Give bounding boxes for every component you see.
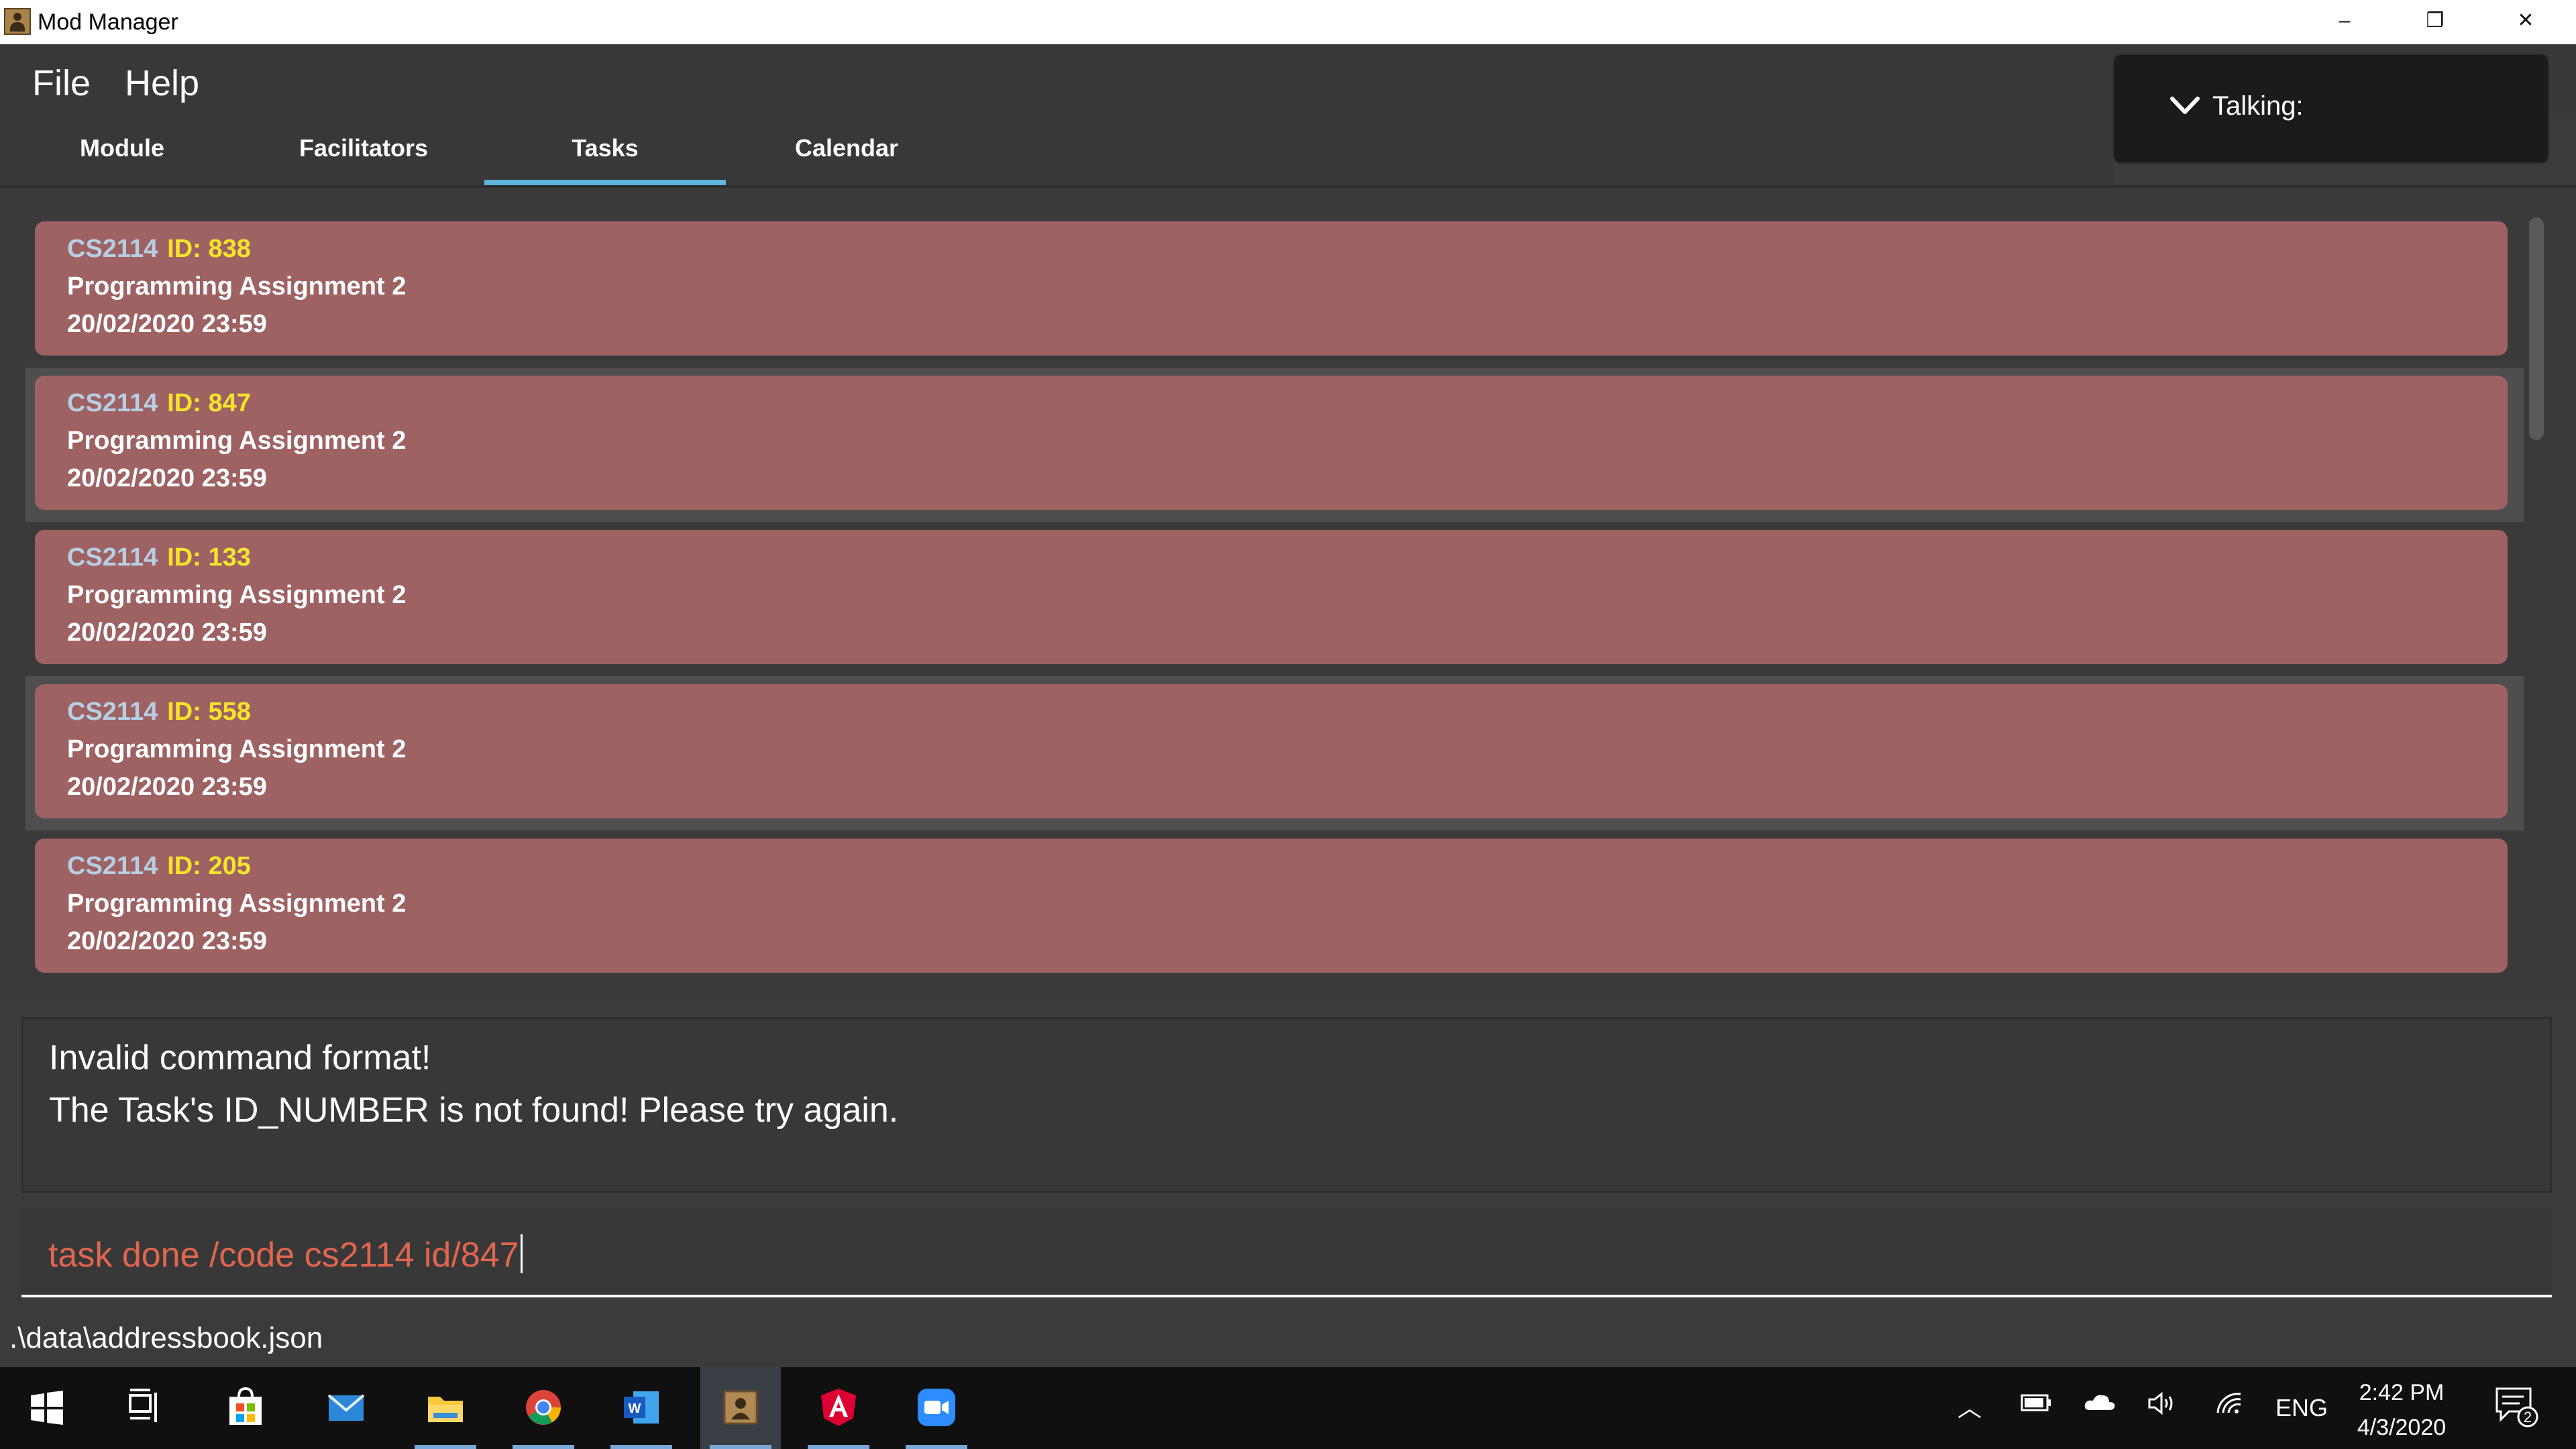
task-row[interactable]: CS2114 ID: 847 Programming Assignment 2 2… — [25, 368, 2524, 522]
tab-facilitators[interactable]: Facilitators — [243, 118, 484, 185]
tab-tasks[interactable]: Tasks — [484, 118, 726, 185]
task-card[interactable]: CS2114 ID: 205 Programming Assignment 2 2… — [35, 839, 2508, 973]
tab-calendar[interactable]: Calendar — [726, 118, 967, 185]
tab-bar: Module Facilitators Tasks Calendar — [0, 118, 2113, 185]
task-datetime: 20/02/2020 23:59 — [67, 773, 267, 801]
taskbar: W ︿ ENG 2:42 PM 4/3/2020 2 — [0, 1367, 2576, 1449]
talking-popup[interactable]: Talking: — [2113, 54, 2549, 164]
scrollbar-thumb[interactable] — [2529, 217, 2544, 440]
wifi-icon[interactable] — [2214, 1390, 2247, 1427]
task-name: Programming Assignment 2 — [67, 581, 407, 609]
status-bar: .\data\addressbook.json — [0, 1308, 2576, 1367]
task-name: Programming Assignment 2 — [67, 272, 407, 301]
word-icon[interactable]: W — [601, 1367, 682, 1449]
task-module-code: CS2114 — [67, 698, 158, 726]
system-clock[interactable]: 2:42 PM 4/3/2020 — [2348, 1375, 2455, 1445]
task-id: ID: 558 — [167, 698, 251, 726]
mail-icon[interactable] — [306, 1367, 386, 1449]
text-caret — [520, 1234, 523, 1273]
task-row[interactable]: CS2114 ID: 838 Programming Assignment 2 2… — [25, 213, 2524, 368]
onedrive-cloud-icon[interactable] — [2082, 1390, 2117, 1427]
task-datetime: 20/02/2020 23:59 — [67, 310, 267, 338]
task-name: Programming Assignment 2 — [67, 427, 407, 455]
task-name: Programming Assignment 2 — [67, 735, 407, 763]
restore-button[interactable]: ❐ — [2392, 0, 2479, 44]
task-row[interactable]: CS2114 ID: 558 Programming Assignment 2 2… — [25, 676, 2524, 830]
task-module-code: CS2114 — [67, 543, 158, 572]
task-datetime: 20/02/2020 23:59 — [67, 619, 267, 647]
task-card[interactable]: CS2114 ID: 847 Programming Assignment 2 2… — [35, 376, 2508, 510]
task-id: ID: 205 — [167, 852, 251, 880]
start-icon[interactable] — [7, 1367, 87, 1449]
task-row[interactable]: CS2114 ID: 133 Programming Assignment 2 2… — [25, 522, 2524, 676]
file-explorer-icon[interactable] — [405, 1367, 486, 1449]
menu-file[interactable]: File — [32, 62, 91, 105]
task-module-code: CS2114 — [67, 852, 158, 880]
clock-date: 4/3/2020 — [2357, 1415, 2447, 1440]
action-center-icon[interactable]: 2 — [2493, 1383, 2540, 1440]
task-card[interactable]: CS2114 ID: 133 Programming Assignment 2 2… — [35, 530, 2508, 664]
task-id: ID: 847 — [167, 389, 251, 417]
zoom-icon[interactable] — [896, 1367, 977, 1449]
command-box[interactable]: task done /code cs2114 id/847 — [21, 1208, 2552, 1297]
task-view-icon[interactable] — [105, 1367, 185, 1449]
app-logo-icon — [4, 8, 31, 35]
chevron-down-icon[interactable] — [2169, 95, 2200, 115]
task-module-code: CS2114 — [67, 389, 158, 417]
tab-module[interactable]: Module — [1, 118, 243, 185]
task-list-scrollbar[interactable] — [2526, 217, 2546, 975]
chrome-icon[interactable] — [503, 1367, 584, 1449]
task-id: ID: 133 — [167, 543, 251, 572]
command-input[interactable]: task done /code cs2114 id/847 — [48, 1236, 519, 1275]
result-line: The Task's ID_NUMBER is not found! Pleas… — [49, 1091, 899, 1130]
task-name: Programming Assignment 2 — [67, 890, 407, 918]
minimize-button[interactable]: – — [2301, 0, 2388, 44]
task-row[interactable]: CS2114 ID: 205 Programming Assignment 2 2… — [25, 830, 2524, 985]
close-button[interactable]: ✕ — [2482, 0, 2569, 44]
tab-divider — [0, 185, 2576, 188]
result-display: Invalid command format! The Task's ID_NU… — [21, 1017, 2552, 1193]
title-bar: Mod Manager – ❐ ✕ — [0, 0, 2576, 44]
battery-icon[interactable] — [2019, 1390, 2053, 1427]
store-icon[interactable] — [205, 1367, 286, 1449]
task-card[interactable]: CS2114 ID: 558 Programming Assignment 2 2… — [35, 684, 2508, 818]
task-id: ID: 838 — [167, 235, 251, 263]
talking-label: Talking: — [2212, 91, 2304, 121]
mod-manager-icon[interactable] — [700, 1367, 781, 1449]
task-module-code: CS2114 — [67, 235, 158, 263]
language-indicator[interactable]: ENG — [2275, 1390, 2328, 1426]
save-location: .\data\addressbook.json — [9, 1322, 323, 1354]
task-datetime: 20/02/2020 23:59 — [67, 927, 267, 955]
task-datetime: 20/02/2020 23:59 — [67, 464, 267, 492]
show-hidden-icons-chevron-up-icon[interactable]: ︿ — [1957, 1390, 1982, 1426]
volume-icon[interactable] — [2147, 1390, 2180, 1427]
task-card[interactable]: CS2114 ID: 838 Programming Assignment 2 2… — [35, 221, 2508, 356]
window-title: Mod Manager — [38, 9, 178, 35]
notification-count: 2 — [2524, 1409, 2532, 1426]
menu-help[interactable]: Help — [125, 62, 199, 105]
result-line: Invalid command format! — [49, 1038, 431, 1077]
task-list-panel: CS2114 ID: 838 Programming Assignment 2 2… — [0, 191, 2576, 1002]
clock-time: 2:42 PM — [2359, 1380, 2445, 1405]
angular-icon[interactable] — [798, 1367, 879, 1449]
svg-text:W: W — [629, 1401, 641, 1416]
